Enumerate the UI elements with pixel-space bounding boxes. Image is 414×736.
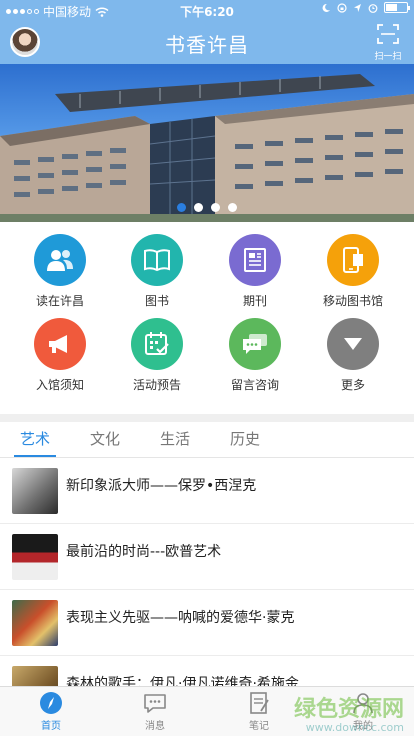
note-icon <box>250 692 269 714</box>
list-item[interactable]: 新印象派大师——保罗•西涅克 <box>0 458 414 524</box>
article-thumbnail <box>12 534 58 580</box>
feature-grid: 读在许昌 图书 期刊 移动图书馆 入馆须知 活动预告 留言咨询 更多 <box>0 222 414 414</box>
scan-icon <box>377 24 399 44</box>
list-item[interactable]: 表现主义先驱——呐喊的爱德华·蒙克 <box>0 590 414 656</box>
scan-button[interactable]: 扫一扫 <box>370 24 406 62</box>
page-title: 书香许昌 <box>165 33 249 57</box>
article-title: 表现主义先驱——呐喊的爱德华·蒙克 <box>66 610 295 626</box>
article-title: 最前沿的时尚---欧普艺术 <box>66 544 222 560</box>
chevron-down-icon <box>327 318 379 370</box>
menu-item-read-in-xuchang[interactable]: 读在许昌 <box>10 234 110 309</box>
library-building-image <box>0 74 414 222</box>
menu-item-label: 活动预告 <box>132 378 181 392</box>
menu-item-label: 移动图书馆 <box>322 294 383 308</box>
message-icon <box>144 694 166 713</box>
menu-item-event-preview[interactable]: 活动预告 <box>107 318 207 393</box>
tab-culture[interactable]: 文化 <box>90 428 120 449</box>
menu-item-label: 留言咨询 <box>230 378 279 392</box>
active-tab-indicator <box>14 455 56 457</box>
tab-art[interactable]: 艺术 <box>20 428 50 449</box>
alarm-icon <box>368 3 378 13</box>
compass-icon <box>40 692 62 714</box>
location-icon <box>354 3 361 12</box>
article-thumbnail <box>12 600 58 646</box>
article-title: 新印象派大师——保罗•西涅克 <box>66 478 257 494</box>
menu-item-label: 图书 <box>144 294 169 308</box>
carousel-dot[interactable] <box>211 203 220 212</box>
menu-item-periodicals[interactable]: 期刊 <box>205 234 305 309</box>
watermark-text: 绿色资源网 <box>293 696 404 722</box>
header: 中国移动 下午6:20 书香许昌 扫一扫 <box>0 0 414 64</box>
category-tabs: 艺术 文化 生活 历史 <box>0 422 414 458</box>
menu-item-label: 读在许昌 <box>35 294 84 308</box>
calendar-icon <box>131 318 183 370</box>
list-item[interactable]: 最前沿的时尚---欧普艺术 <box>0 524 414 590</box>
menu-item-message-consult[interactable]: 留言咨询 <box>205 318 305 393</box>
people-icon <box>34 234 86 286</box>
megaphone-icon <box>34 318 86 370</box>
banner-carousel[interactable] <box>0 64 414 222</box>
periodical-icon <box>229 234 281 286</box>
battery-icon <box>384 2 410 13</box>
tabbar-label: 笔记 <box>249 721 269 732</box>
carousel-indicator <box>0 203 414 212</box>
menu-item-label: 入馆须知 <box>35 378 84 392</box>
tabbar-label: 消息 <box>145 721 165 732</box>
menu-item-label: 更多 <box>340 378 365 392</box>
carousel-dot[interactable] <box>194 203 203 212</box>
status-bar: 中国移动 下午6:20 <box>0 0 414 20</box>
menu-item-books[interactable]: 图书 <box>107 234 207 309</box>
carousel-dot[interactable] <box>177 203 186 212</box>
article-thumbnail <box>12 468 58 514</box>
chat-icon <box>229 318 281 370</box>
watermark: 绿色资源网 www.downcc.com <box>293 696 404 734</box>
menu-item-label: 期刊 <box>242 294 267 308</box>
tabbar-item-notes[interactable]: 笔记 <box>229 691 289 732</box>
carousel-dot[interactable] <box>228 203 237 212</box>
menu-item-mobile-library[interactable]: 移动图书馆 <box>303 234 403 309</box>
tab-life[interactable]: 生活 <box>160 428 190 449</box>
watermark-url: www.downcc.com <box>305 720 404 734</box>
tabbar-item-messages[interactable]: 消息 <box>125 691 185 732</box>
tabbar-item-home[interactable]: 首页 <box>21 691 81 732</box>
section-divider <box>0 414 414 422</box>
mobile-library-icon <box>327 234 379 286</box>
moon-icon <box>322 3 330 12</box>
menu-item-more[interactable]: 更多 <box>303 318 403 393</box>
tab-history[interactable]: 历史 <box>230 428 260 449</box>
book-icon <box>131 234 183 286</box>
lock-rotation-icon <box>337 2 347 13</box>
menu-item-visitor-notice[interactable]: 入馆须知 <box>10 318 110 393</box>
tabbar-label: 首页 <box>41 721 61 732</box>
scan-label: 扫一扫 <box>374 52 402 62</box>
